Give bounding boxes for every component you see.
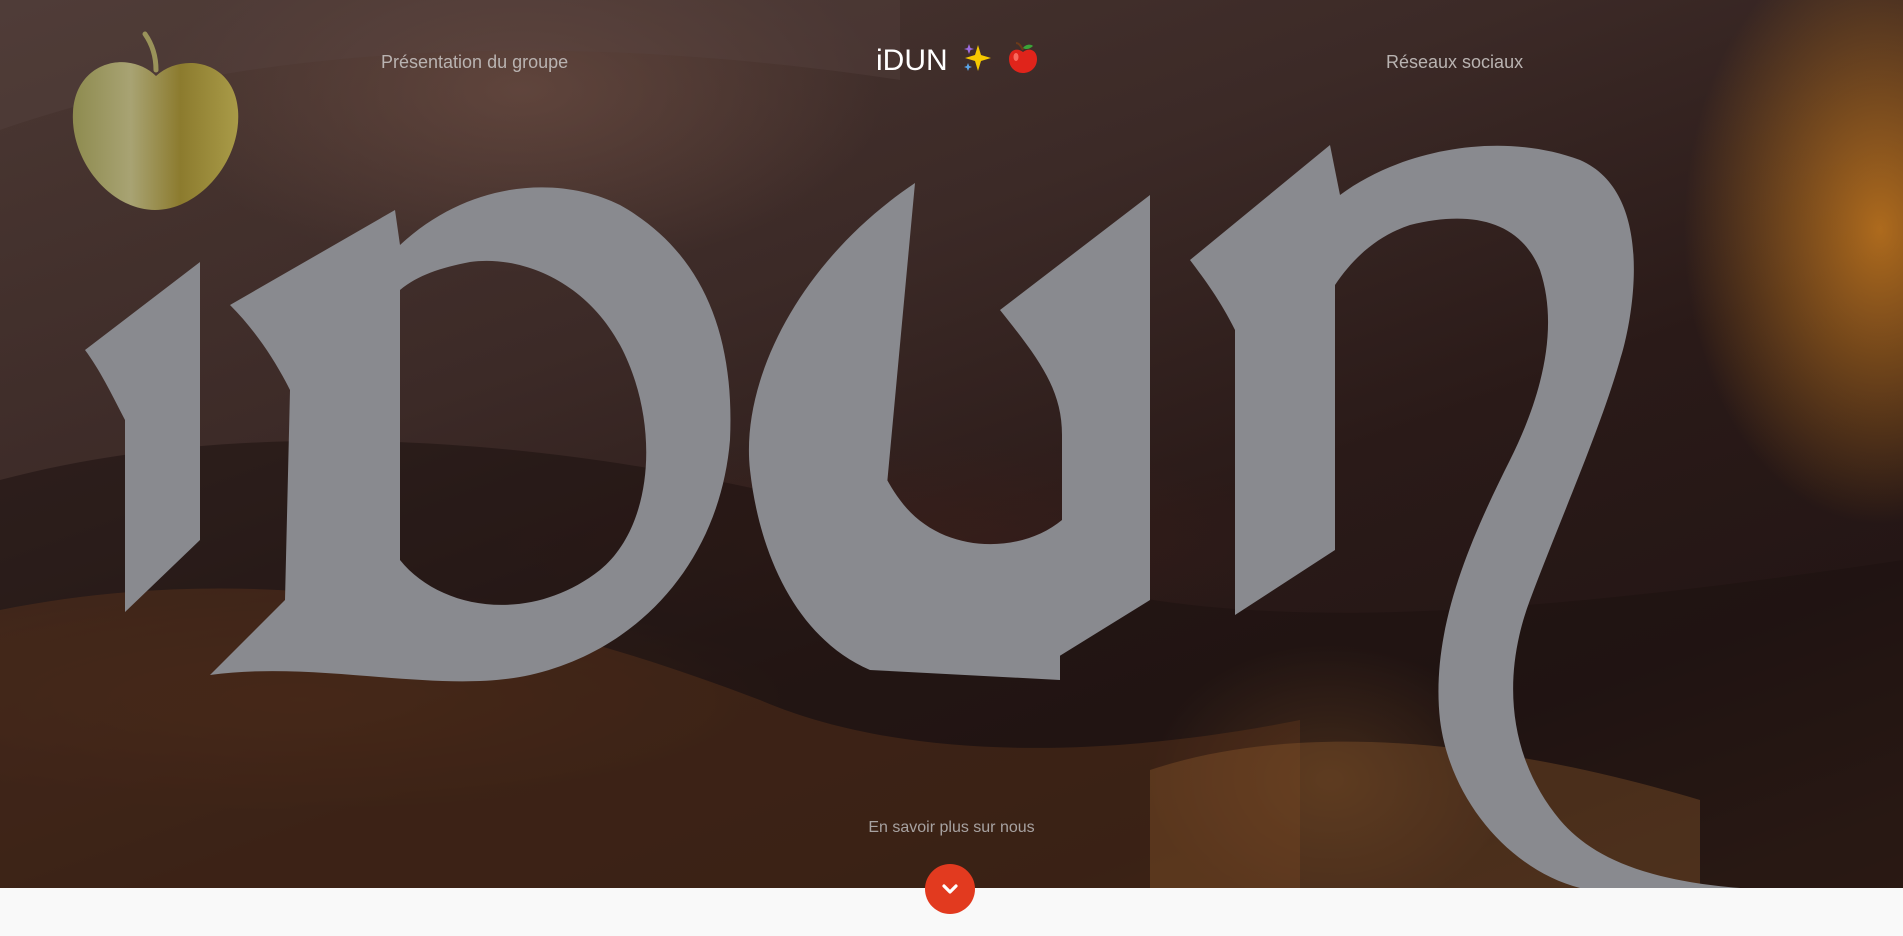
sparkles-icon xyxy=(964,44,992,71)
brand-label: iDUN xyxy=(876,44,948,77)
nav-link-social-networks[interactable]: Réseaux sociaux xyxy=(1386,52,1523,73)
chevron-down-icon xyxy=(942,884,958,894)
red-apple-icon xyxy=(1009,42,1038,73)
hero-section: Présentation du groupe iDUN Réseaux soci… xyxy=(0,0,1903,888)
scroll-down-button[interactable] xyxy=(925,864,975,914)
learn-more-label: En savoir plus sur nous xyxy=(868,819,1035,836)
hero-logo-wordmark xyxy=(85,145,1740,888)
nav-link-group-presentation[interactable]: Présentation du groupe xyxy=(381,52,568,73)
brand-link[interactable]: iDUN xyxy=(876,42,1038,78)
